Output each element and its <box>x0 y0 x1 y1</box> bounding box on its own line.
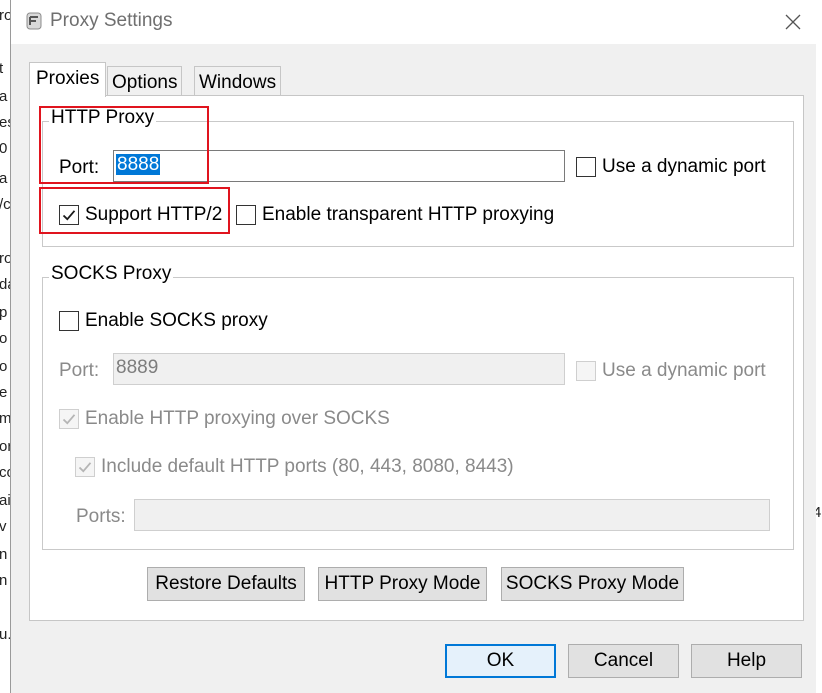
tab-windows[interactable]: Windows <box>194 66 282 96</box>
checkmark-icon <box>78 462 92 473</box>
socks-proxy-group: SOCKS Proxy Enable SOCKS proxy Port: 888… <box>42 263 794 550</box>
annotation-box-port <box>39 106 209 184</box>
fiddler-app-icon <box>26 12 42 30</box>
http-dynamic-port-checkbox[interactable] <box>576 157 596 177</box>
socks-port-label: Port: <box>59 360 100 381</box>
background-text: v <box>0 518 7 535</box>
background-text: /c <box>0 196 10 213</box>
enable-socks-label[interactable]: Enable SOCKS proxy <box>85 310 268 332</box>
background-text: e <box>0 384 8 401</box>
background-text: m <box>0 410 10 427</box>
background-text: n <box>0 572 8 589</box>
checkmark-icon <box>62 414 76 425</box>
socks-port-input[interactable]: 8889 <box>113 353 565 385</box>
background-text: a <box>0 170 8 187</box>
socks-proxy-mode-button[interactable]: SOCKS Proxy Mode <box>501 567 684 601</box>
tab-options[interactable]: Options <box>107 66 183 96</box>
include-default-ports-label[interactable]: Include default HTTP ports (80, 443, 808… <box>101 456 514 478</box>
background-text: da <box>0 276 10 293</box>
background-text: p <box>0 304 8 321</box>
title-bar: Proxy Settings <box>11 0 816 44</box>
ports-label: Ports: <box>76 506 126 527</box>
background-text: ai <box>0 492 10 509</box>
annotation-box-http2 <box>39 187 230 234</box>
tab-proxies[interactable]: Proxies <box>29 62 107 97</box>
background-window-text: ro t a es 0 a /c ro da p o o e m or co a… <box>0 0 10 693</box>
socks-port-value: 8889 <box>116 357 159 378</box>
background-text: co <box>0 464 10 481</box>
ports-input[interactable] <box>134 499 770 531</box>
transparent-proxy-label[interactable]: Enable transparent HTTP proxying <box>262 204 554 226</box>
background-text: es <box>0 114 10 131</box>
background-text: ro <box>0 250 10 267</box>
background-text: t <box>0 60 4 77</box>
background-text: n <box>0 546 8 563</box>
cancel-button[interactable]: Cancel <box>568 644 679 678</box>
background-text: o <box>0 330 8 347</box>
close-button[interactable] <box>769 0 816 44</box>
socks-dynamic-port-label[interactable]: Use a dynamic port <box>602 360 766 382</box>
transparent-proxy-checkbox[interactable] <box>236 205 256 225</box>
background-text: u. <box>0 626 10 643</box>
background-text: a <box>0 88 8 105</box>
close-icon <box>785 14 800 30</box>
ok-button[interactable]: OK <box>445 644 556 678</box>
help-button[interactable]: Help <box>691 644 802 678</box>
background-text: o <box>0 358 8 375</box>
socks-dynamic-port-checkbox[interactable] <box>576 361 596 381</box>
restore-defaults-button[interactable]: Restore Defaults <box>147 567 305 601</box>
http-over-socks-label[interactable]: Enable HTTP proxying over SOCKS <box>85 408 390 430</box>
http-proxy-mode-button[interactable]: HTTP Proxy Mode <box>318 567 487 601</box>
background-text: 0 <box>0 140 8 157</box>
enable-socks-checkbox[interactable] <box>59 311 79 331</box>
include-default-ports-checkbox[interactable] <box>75 457 95 477</box>
http-over-socks-checkbox[interactable] <box>59 409 79 429</box>
background-text: or <box>0 438 10 455</box>
http-dynamic-port-label[interactable]: Use a dynamic port <box>602 156 766 178</box>
proxy-settings-dialog: Proxy Settings Proxies Options Windows H… <box>10 0 816 693</box>
background-text: ro <box>0 7 10 24</box>
socks-proxy-legend: SOCKS Proxy <box>49 263 174 285</box>
window-title: Proxy Settings <box>50 10 173 31</box>
